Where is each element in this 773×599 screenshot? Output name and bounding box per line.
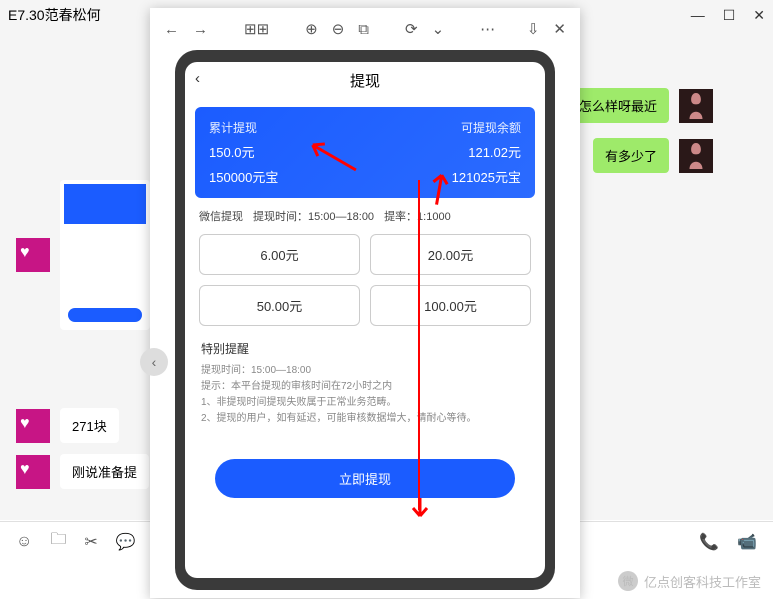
close-button[interactable]: ✕ [753,7,765,24]
phone-page-title: ‹ 提现 [185,62,545,99]
avatar[interactable] [679,89,713,123]
message-incoming [16,180,150,330]
grid-icon[interactable]: ⊞⊞ [244,20,269,38]
message-incoming: 刚说准备提 [16,454,149,489]
rotate-icon[interactable]: ⟳ [405,20,418,38]
message-outgoing: 有多少了 [593,138,713,173]
annotation-line [418,180,420,510]
total-withdraw-label: 累计提现 [209,119,365,136]
notice-line: 提示：本平台提现的审核时间在72小时之内 [201,379,529,395]
zoom-in-icon[interactable]: ⊕ [305,20,318,38]
total-withdraw-yuan: 150.0元 [209,142,365,161]
amount-option: 50.00元 [199,285,360,326]
scissors-icon[interactable]: ✂ [84,532,97,552]
phone-icon[interactable]: 📞 [699,532,719,552]
amount-grid: 6.00元 20.00元 50.00元 100.00元 [185,234,545,326]
window-title: E7.30范春松何 [8,5,101,25]
more-icon[interactable]: ⋯ [480,20,495,38]
weibo-icon: 微 [618,571,638,591]
minimize-button[interactable]: — [691,7,705,24]
fit-icon[interactable]: ⧉ [358,21,369,38]
notice-block: 特别提醒 提现时间：15:00—18:00 提示：本平台提现的审核时间在72小时… [185,326,545,441]
viewer-toolbar: ← → ⊞⊞ ⊕ ⊖ ⧉ ⟳ ⌄ ⋯ ⇩ ✕ [150,8,580,50]
message-bubble[interactable]: 271块 [60,408,119,443]
avatar[interactable] [16,455,50,489]
withdraw-button: 立即提现 [215,459,515,498]
video-icon[interactable]: 📹 [737,532,757,552]
amount-option: 20.00元 [370,234,531,275]
window-controls: — ☐ ✕ [691,7,765,24]
available-balance-yuan: 121.02元 [365,142,521,161]
notice-line: 提现时间：15:00—18:00 [201,363,529,379]
message-bubble[interactable]: 刚说准备提 [60,454,149,489]
save-icon[interactable]: ⇩ [527,20,540,38]
image-viewer: ← → ⊞⊞ ⊕ ⊖ ⧉ ⟳ ⌄ ⋯ ⇩ ✕ ‹ ‹ 提现 累计提现 可提现余额… [150,8,580,598]
maximize-button[interactable]: ☐ [723,7,736,24]
image-thumbnail[interactable] [60,180,150,330]
back-icon[interactable]: ← [164,21,179,38]
watermark: 微 亿点创客科技工作室 [618,571,761,591]
prev-image-button[interactable]: ‹ [140,348,168,376]
close-icon[interactable]: ✕ [553,20,566,38]
chevron-down-icon[interactable]: ⌄ [432,20,445,38]
amount-option: 6.00元 [199,234,360,275]
withdraw-info: 微信提现 提现时间：15:00—18:00 提率：1:1000 [185,198,545,234]
message-bubble[interactable]: 有多少了 [593,138,669,173]
message-incoming: 271块 [16,408,119,443]
notice-line: 2、提现的用户，如有延迟，可能审核数据增大，请耐心等待。 [201,411,529,427]
watermark-text: 亿点创客科技工作室 [644,572,761,591]
available-balance-label: 可提现余额 [365,119,521,136]
forward-icon[interactable]: → [193,21,208,38]
annotation-arrow [405,498,435,518]
chat-icon[interactable]: 💬 [116,532,136,552]
balance-card: 累计提现 可提现余额 150.0元 121.02元 150000元宝 12102… [195,107,535,198]
viewer-image[interactable]: ‹ 提现 累计提现 可提现余额 150.0元 121.02元 150000元宝 … [175,50,555,590]
phone-screen: ‹ 提现 累计提现 可提现余额 150.0元 121.02元 150000元宝 … [185,62,545,578]
withdraw-time: 提现时间：15:00—18:00 [253,208,374,224]
available-balance-coins: 121025元宝 [365,167,521,186]
notice-line: 1、非提现时间提现失败属于正常业务范畴。 [201,395,529,411]
amount-option: 100.00元 [370,285,531,326]
zoom-out-icon[interactable]: ⊖ [332,20,345,38]
phone-title-text: 提现 [350,73,380,90]
avatar[interactable] [679,139,713,173]
total-withdraw-coins: 150000元宝 [209,167,365,186]
phone-back-icon: ‹ [195,70,200,87]
emoji-icon[interactable]: ☺ [16,533,32,551]
notice-header: 特别提醒 [201,340,529,359]
folder-icon[interactable]: 🗀 [50,528,66,555]
avatar[interactable] [16,409,50,443]
withdraw-method: 微信提现 [199,208,243,224]
avatar[interactable] [16,238,50,272]
